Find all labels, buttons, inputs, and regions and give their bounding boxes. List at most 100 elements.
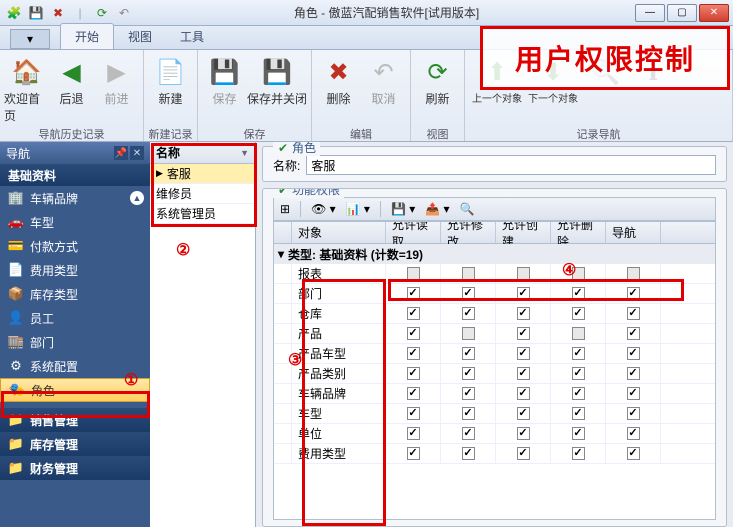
perm-group-row[interactable]: ▾ 类型: 基础资料 (计数=19): [274, 244, 715, 264]
checkbox[interactable]: [517, 347, 530, 360]
checkbox[interactable]: [407, 427, 420, 440]
checkbox[interactable]: [572, 267, 585, 280]
checkbox[interactable]: [462, 327, 475, 340]
checkbox[interactable]: [462, 367, 475, 380]
checkbox[interactable]: [627, 307, 640, 320]
perm-tb-search-icon[interactable]: 🔍: [460, 202, 475, 216]
sidebar-item-8[interactable]: 🎭角色: [0, 378, 150, 402]
checkbox[interactable]: [572, 387, 585, 400]
sidebar-item-5[interactable]: 👤员工: [0, 306, 150, 330]
th-expand[interactable]: [274, 222, 292, 243]
checkbox[interactable]: [517, 387, 530, 400]
checkbox[interactable]: [407, 307, 420, 320]
perm-tb-export-icon[interactable]: 📤 ▾: [425, 202, 449, 216]
checkbox[interactable]: [517, 307, 530, 320]
checkbox[interactable]: [407, 407, 420, 420]
delete-button[interactable]: ✖删除: [316, 52, 361, 124]
fts-button[interactable]: 🔍: [581, 52, 629, 124]
nav-collapse-icon[interactable]: ▲: [130, 191, 144, 205]
forward-button[interactable]: ▶前进: [94, 52, 139, 124]
checkbox[interactable]: [462, 427, 475, 440]
checkbox[interactable]: [462, 287, 475, 300]
th-create[interactable]: 允许创建: [496, 222, 551, 243]
new-button[interactable]: 📄新建: [148, 52, 193, 124]
sidebar-item-0[interactable]: 🏢车辆品牌▲: [0, 186, 150, 210]
next-obj-button[interactable]: ⬇下一个对象: [525, 52, 581, 124]
role-list-header[interactable]: 名称 ▼: [150, 142, 255, 164]
minimize-button[interactable]: —: [635, 4, 665, 22]
perm-tb-chart-icon[interactable]: 📊 ▾: [346, 202, 370, 216]
prev-obj-button[interactable]: ⬆上一个对象: [469, 52, 525, 124]
refresh-icon[interactable]: ⟳: [94, 5, 110, 21]
checkbox[interactable]: [627, 347, 640, 360]
checkbox[interactable]: [517, 447, 530, 460]
role-list-item[interactable]: 维修员: [150, 184, 255, 204]
checkbox[interactable]: [517, 327, 530, 340]
checkbox[interactable]: [627, 427, 640, 440]
close-button[interactable]: ✕: [699, 4, 729, 22]
checkbox[interactable]: [462, 307, 475, 320]
th-delete[interactable]: 允许删除: [551, 222, 606, 243]
perm-tb-save-icon[interactable]: 💾 ▾: [391, 202, 415, 216]
checkbox[interactable]: [572, 407, 585, 420]
sidebar-item-7[interactable]: ⚙系统配置: [0, 354, 150, 378]
version-button[interactable]: ℹ: [629, 52, 677, 124]
sidebar-folder-2[interactable]: 📁财务管理: [0, 456, 150, 480]
saveclose-button[interactable]: 💾保存并关闭: [247, 52, 307, 124]
role-list-item[interactable]: 系统管理员: [150, 204, 255, 224]
perm-tb-expand-icon[interactable]: ⊞: [280, 202, 290, 216]
save-button[interactable]: 💾保存: [202, 52, 247, 124]
checkbox[interactable]: [407, 347, 420, 360]
checkbox[interactable]: [517, 287, 530, 300]
save-icon[interactable]: 💾: [28, 5, 44, 21]
checkbox[interactable]: [627, 327, 640, 340]
checkbox[interactable]: [462, 407, 475, 420]
checkbox[interactable]: [407, 447, 420, 460]
nav-pin-button[interactable]: 📌: [114, 146, 128, 160]
checkbox[interactable]: [462, 347, 475, 360]
sidebar-item-4[interactable]: 📦库存类型: [0, 282, 150, 306]
checkbox[interactable]: [462, 447, 475, 460]
tab-view[interactable]: 视图: [114, 24, 166, 49]
back-button[interactable]: ◀后退: [49, 52, 94, 124]
th-modify[interactable]: 允许修改: [441, 222, 496, 243]
checkbox[interactable]: [627, 267, 640, 280]
sidebar-item-1[interactable]: 🚗车型: [0, 210, 150, 234]
checkbox[interactable]: [572, 287, 585, 300]
checkbox[interactable]: [407, 387, 420, 400]
checkbox[interactable]: [407, 327, 420, 340]
checkbox[interactable]: [627, 447, 640, 460]
sidebar-item-6[interactable]: 🏬部门: [0, 330, 150, 354]
checkbox[interactable]: [627, 287, 640, 300]
checkbox[interactable]: [572, 307, 585, 320]
checkbox[interactable]: [627, 407, 640, 420]
th-nav[interactable]: 导航: [606, 222, 661, 243]
checkbox[interactable]: [572, 327, 585, 340]
home-button[interactable]: 🏠欢迎首页: [4, 52, 49, 124]
perm-tb-view-icon[interactable]: 👁 ▾: [311, 202, 336, 216]
checkbox[interactable]: [572, 347, 585, 360]
ribbon-file-menu[interactable]: ▾: [10, 29, 50, 49]
checkbox[interactable]: [572, 427, 585, 440]
sidebar-item-2[interactable]: 💳付款方式: [0, 234, 150, 258]
name-input[interactable]: [306, 155, 716, 175]
checkbox[interactable]: [462, 387, 475, 400]
undo-icon[interactable]: ↶: [116, 5, 132, 21]
checkbox[interactable]: [407, 267, 420, 280]
nav-close-button[interactable]: ✕: [130, 146, 144, 160]
sidebar-folder-1[interactable]: 📁库存管理: [0, 432, 150, 456]
checkbox[interactable]: [572, 447, 585, 460]
checkbox[interactable]: [517, 267, 530, 280]
maximize-button[interactable]: ▢: [667, 4, 697, 22]
checkbox[interactable]: [627, 387, 640, 400]
refresh-button[interactable]: ⟳刷新: [415, 52, 460, 124]
checkbox[interactable]: [407, 367, 420, 380]
sidebar-item-3[interactable]: 📄费用类型: [0, 258, 150, 282]
role-list-item[interactable]: ▶客服: [150, 164, 255, 184]
checkbox[interactable]: [462, 267, 475, 280]
checkbox[interactable]: [517, 427, 530, 440]
checkbox[interactable]: [627, 367, 640, 380]
nav-section-basic[interactable]: 基础资料: [0, 164, 150, 186]
tab-tools[interactable]: 工具: [166, 24, 218, 49]
checkbox[interactable]: [517, 367, 530, 380]
